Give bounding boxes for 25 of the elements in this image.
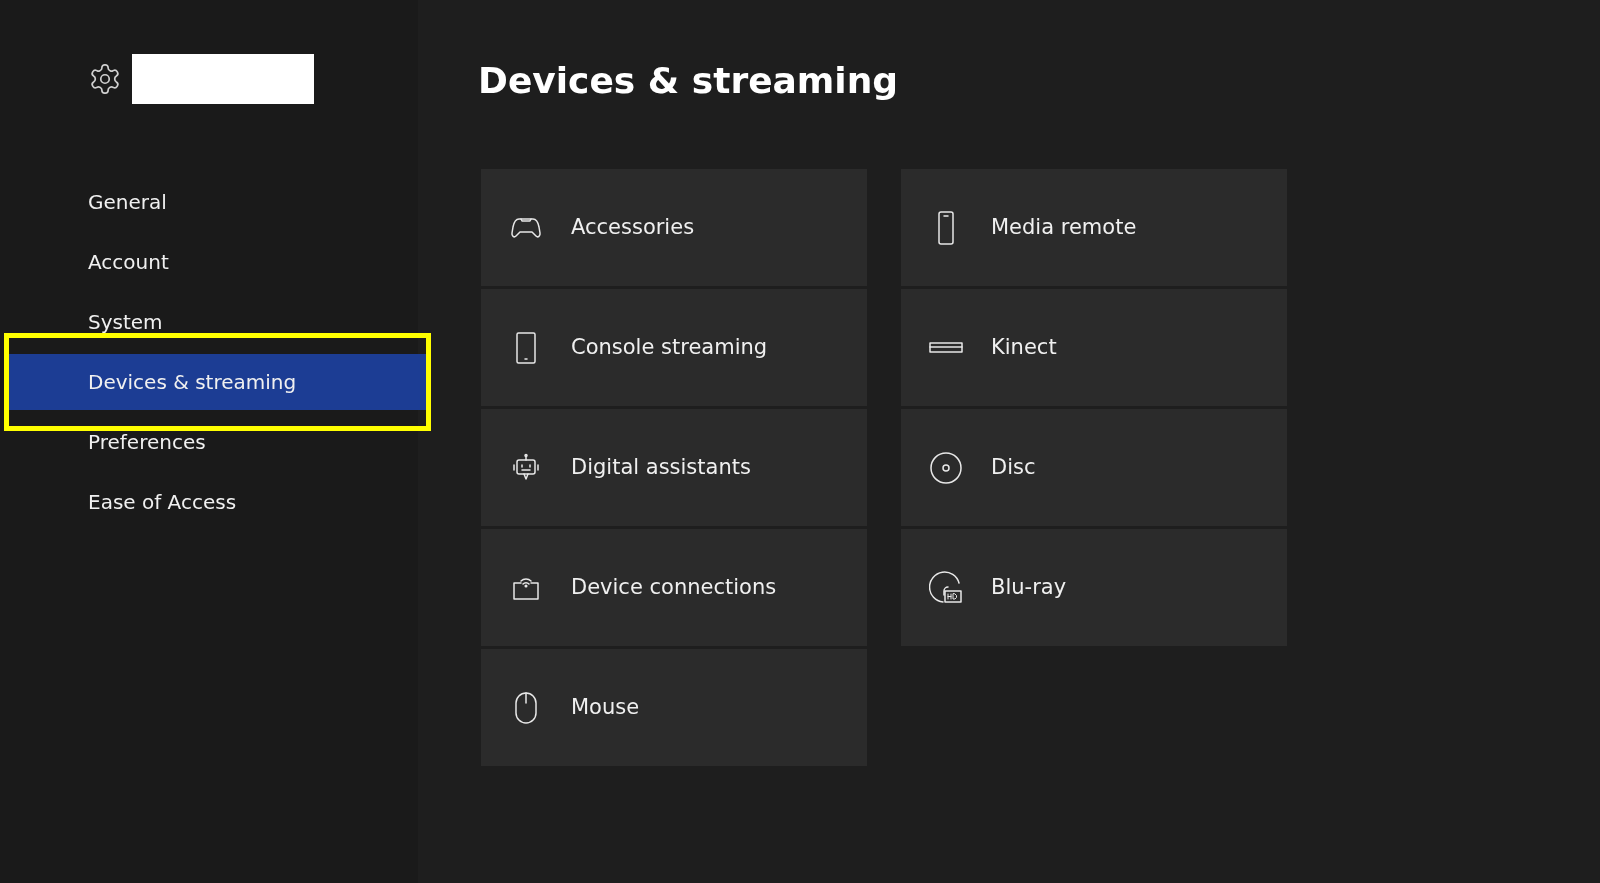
disc-hd-icon (929, 570, 963, 605)
sidebar-item[interactable]: General (0, 172, 406, 232)
settings-tile[interactable]: Disc (901, 409, 1287, 526)
settings-tile[interactable]: Kinect (901, 289, 1287, 406)
settings-icon (88, 62, 122, 96)
settings-tile[interactable]: Mouse (481, 649, 867, 766)
sidebar-item[interactable]: System (0, 292, 406, 352)
settings-tile[interactable]: Accessories (481, 169, 867, 286)
settings-tile[interactable]: Blu-ray (901, 529, 1287, 646)
robot-icon (512, 452, 540, 483)
sidebar-item[interactable]: Ease of Access (0, 472, 406, 532)
page-title: Devices & streaming (478, 59, 900, 103)
gamepad-icon (510, 215, 542, 240)
sensor-bar-icon (929, 339, 963, 356)
sidebar-item[interactable]: Preferences (0, 412, 406, 472)
settings-tile[interactable]: Console streaming (481, 289, 867, 406)
settings-tile[interactable]: Device connections (481, 529, 867, 646)
sidebar-item[interactable]: Devices & streaming (9, 354, 426, 410)
settings-tile[interactable]: Digital assistants (481, 409, 867, 526)
mouse-icon (514, 690, 538, 725)
phone-icon (515, 331, 537, 364)
disc-icon (929, 450, 963, 485)
remote-icon (937, 210, 955, 245)
sidebar-item[interactable]: Account (0, 232, 406, 292)
settings-tile[interactable]: Media remote (901, 169, 1287, 286)
